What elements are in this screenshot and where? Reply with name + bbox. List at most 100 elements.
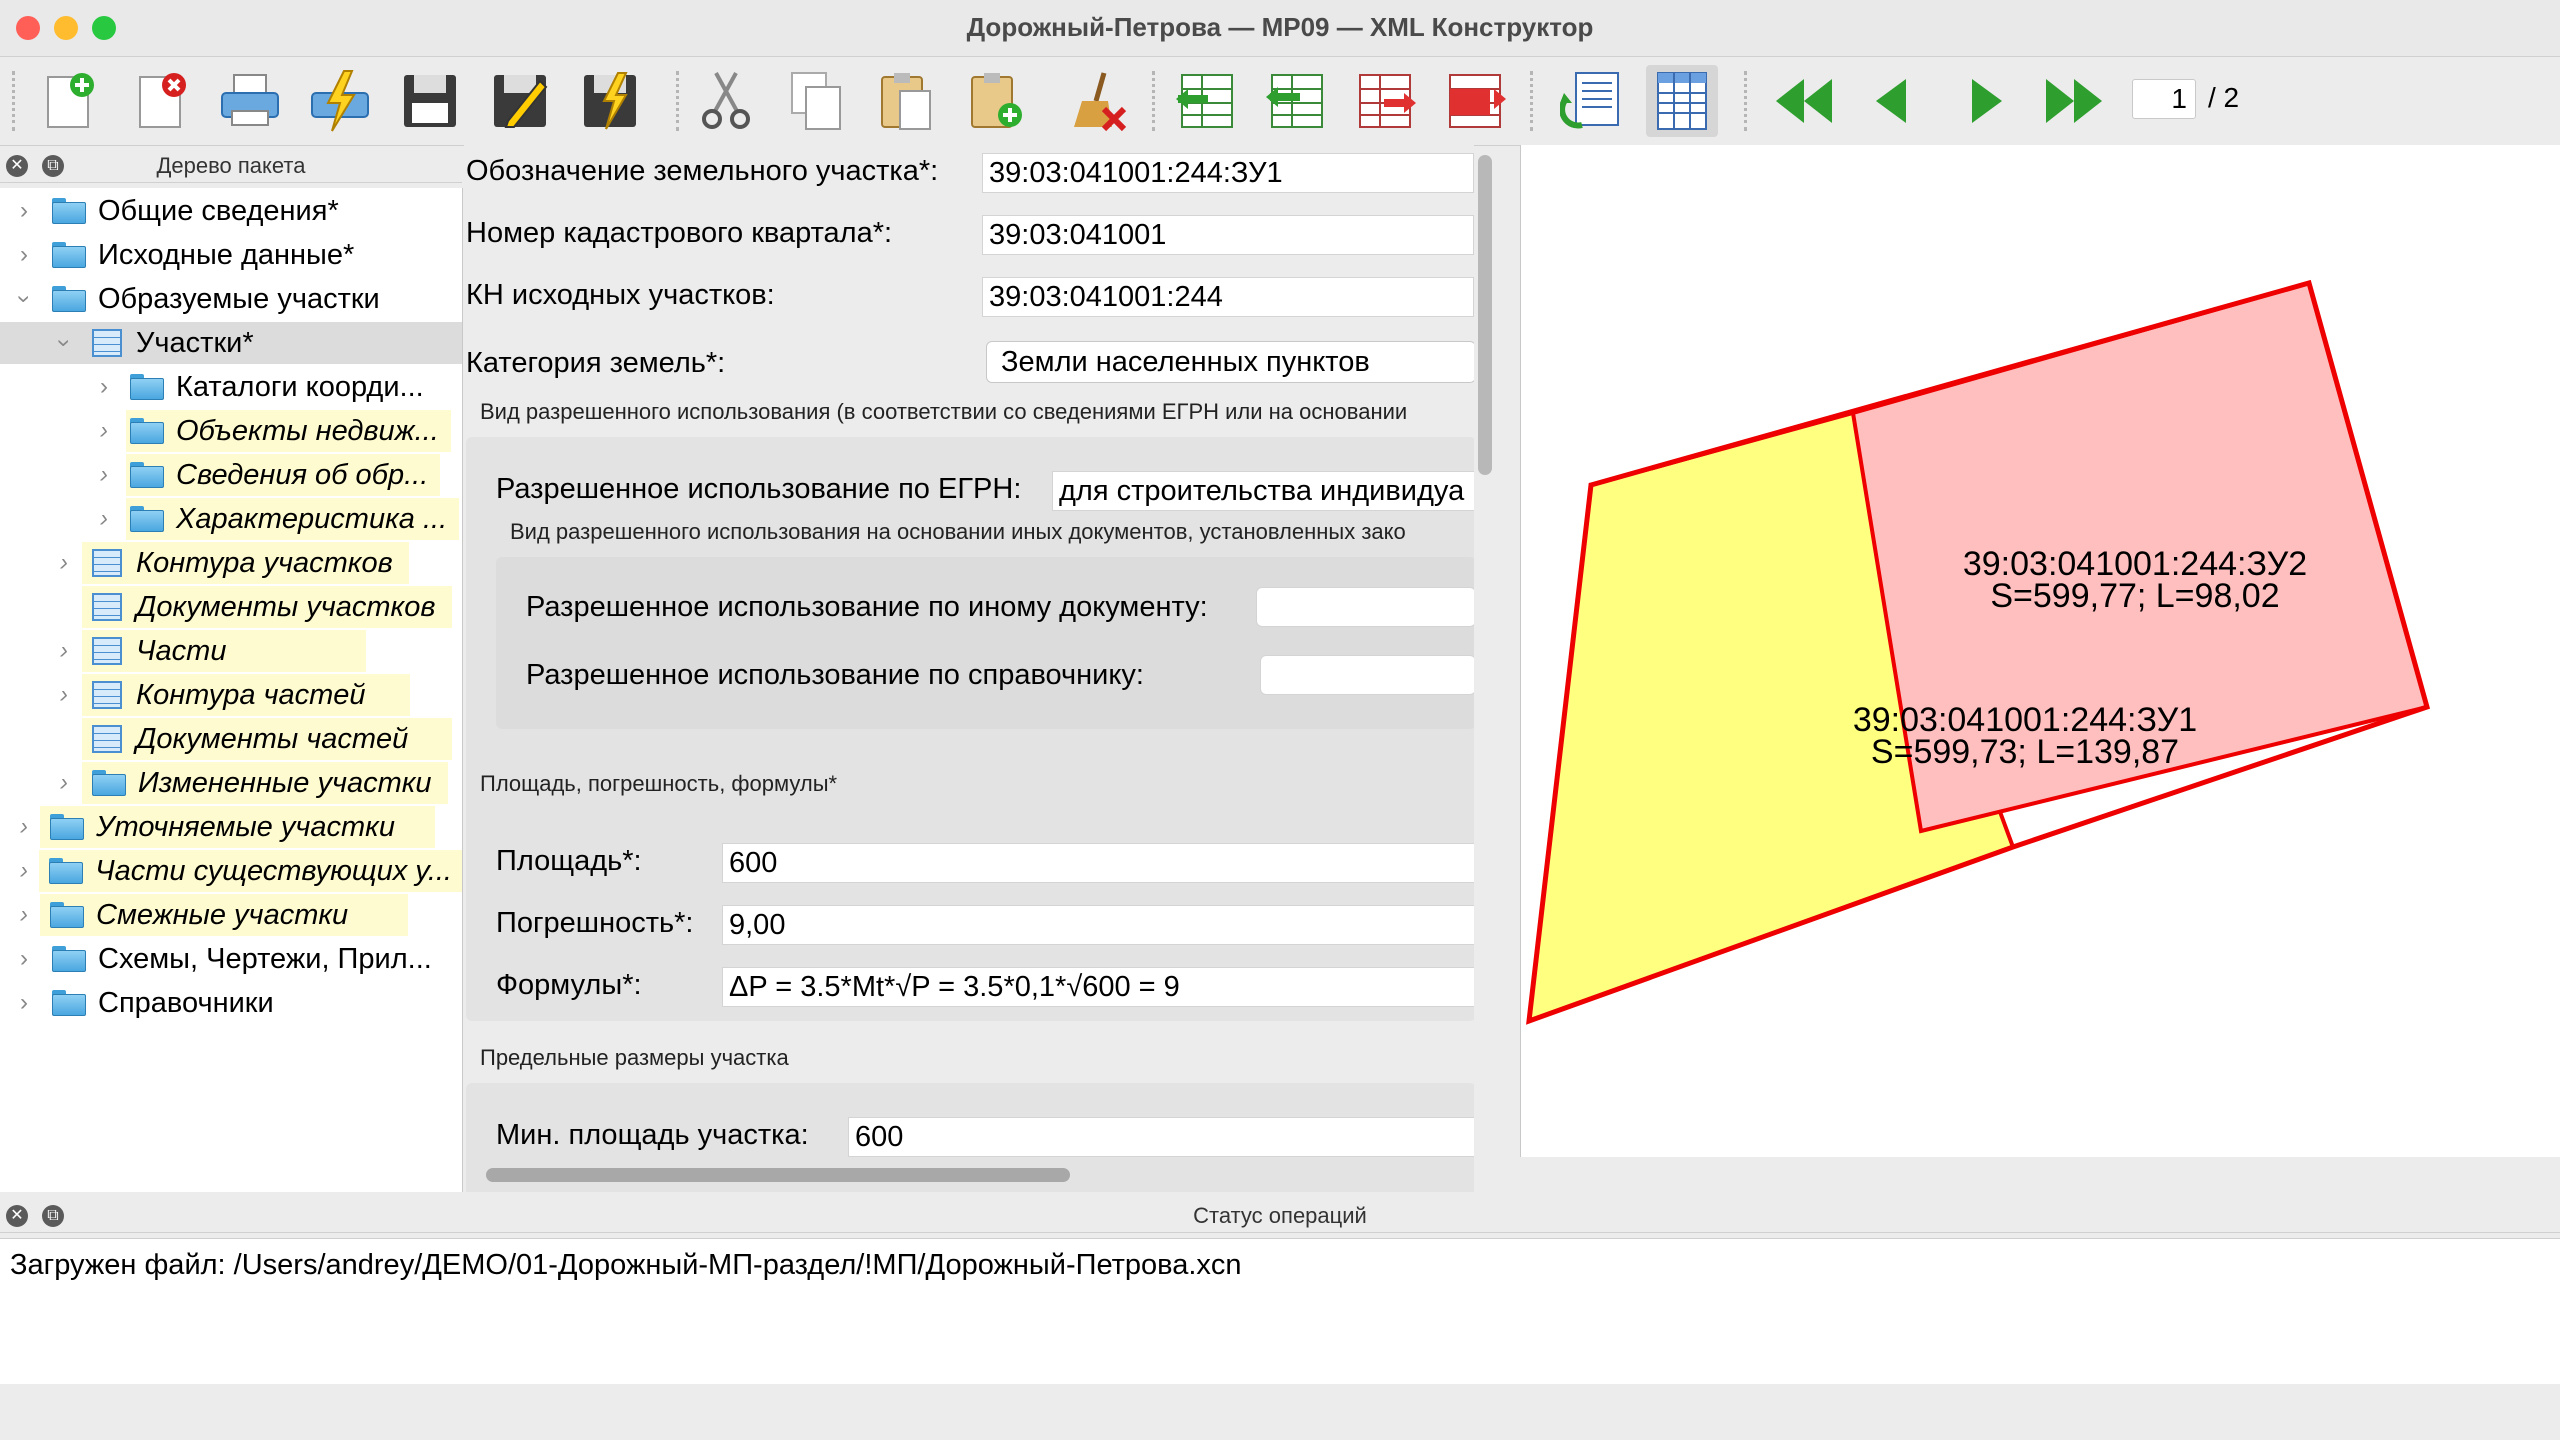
copy-icon[interactable] [780, 65, 852, 137]
chevron-right-icon[interactable]: › [12, 939, 36, 979]
tree-item-label: Справочники [98, 986, 274, 1019]
tree-item-general[interactable]: › Общие сведения* [0, 190, 462, 232]
tree-item-schemes[interactable]: › Схемы, Чертежи, Прил... [0, 938, 462, 980]
table-export-right-icon[interactable] [1350, 65, 1422, 137]
folder-icon [52, 946, 86, 972]
form-horizontal-scrollbar[interactable] [486, 1168, 1070, 1182]
area-field[interactable]: 600 [722, 843, 1474, 883]
table-icon [92, 593, 122, 621]
reference-use-field[interactable] [1260, 655, 1474, 695]
chevron-right-icon[interactable]: › [12, 191, 36, 231]
close-panel-icon[interactable]: ✕ [6, 1205, 28, 1227]
chevron-right-icon[interactable]: › [12, 983, 36, 1023]
folder-icon [130, 374, 164, 400]
source-parcels-field[interactable]: 39:03:041001:244 [982, 277, 1474, 317]
tree-item-label: Документы частей [136, 722, 409, 755]
status-panel-header: ✕ ⧉ Статус операций [0, 1200, 2560, 1233]
next-page-icon[interactable] [1948, 65, 2020, 137]
table-move-right-icon[interactable] [1440, 65, 1512, 137]
tree-item-formation-info[interactable]: › Сведения об обр... [0, 454, 462, 496]
tree-item-existing-parts[interactable]: › Части существующих у... [0, 850, 462, 892]
toolbar-separator [676, 71, 679, 131]
table-icon [92, 637, 122, 665]
tree-item-real-estate-objects[interactable]: › Объекты недвиж... [0, 410, 462, 452]
table-insert-list-icon[interactable] [1260, 65, 1332, 137]
folder-icon [130, 506, 164, 532]
other-doc-use-label: Разрешенное использование по иному докум… [526, 591, 1208, 623]
egrn-use-field[interactable]: для строительства индивидуа [1052, 471, 1474, 511]
prev-page-icon[interactable] [1858, 65, 1930, 137]
paste-new-icon[interactable] [960, 65, 1032, 137]
formula-field[interactable]: ΔP = 3.5*Mt*√P = 3.5*0,1*√600 = 9 [722, 967, 1474, 1007]
tree-item-label: Участки* [136, 326, 254, 359]
tree-item-part-contours[interactable]: › Контура частей [0, 674, 462, 716]
save-icon[interactable] [394, 65, 466, 137]
chevron-right-icon[interactable]: › [12, 895, 36, 935]
tree-item-label: Образуемые участки [98, 282, 380, 315]
tree-item-label: Характеристика ... [176, 502, 448, 535]
tree-item-changed-parcels[interactable]: › Измененные участки [0, 762, 462, 804]
tree-item-parcel-documents[interactable]: Документы участков [0, 586, 462, 628]
clear-icon[interactable] [1064, 65, 1136, 137]
table-view-icon[interactable] [1646, 65, 1718, 137]
chevron-right-icon[interactable]: › [12, 235, 36, 275]
save-validate-icon[interactable] [574, 65, 646, 137]
paste-icon[interactable] [870, 65, 942, 137]
refresh-doc-icon[interactable] [1556, 65, 1628, 137]
error-label: Погрешность*: [496, 907, 694, 939]
page-number-input[interactable]: 1 [2132, 79, 2196, 119]
tree-item-parts[interactable]: › Части [0, 630, 462, 672]
chevron-right-icon[interactable]: › [92, 455, 116, 495]
chevron-right-icon[interactable]: › [92, 367, 116, 407]
print-icon[interactable] [214, 65, 286, 137]
chevron-right-icon[interactable]: › [52, 675, 76, 715]
chevron-right-icon[interactable]: › [12, 851, 36, 891]
category-label: Категория земель*: [466, 347, 726, 379]
cut-icon[interactable] [690, 65, 762, 137]
form-vertical-scrollbar[interactable] [1478, 155, 1492, 475]
quarter-label: Номер кадастрового квартала*: [466, 217, 893, 249]
designation-field[interactable]: 39:03:041001:244:ЗУ1 [982, 153, 1474, 193]
tree-item-parcels[interactable]: › Участки* [0, 322, 462, 364]
validate-icon[interactable] [304, 65, 376, 137]
table-insert-left-icon[interactable] [1170, 65, 1242, 137]
chevron-right-icon[interactable]: › [52, 543, 76, 583]
close-panel-icon[interactable]: ✕ [6, 155, 28, 177]
chevron-right-icon[interactable]: › [92, 411, 116, 451]
tree-item-formed-parcels[interactable]: › Образуемые участки [0, 278, 462, 320]
chevron-right-icon[interactable]: › [52, 631, 76, 671]
tree-item-parcel-contours[interactable]: › Контура участков [0, 542, 462, 584]
last-page-icon[interactable] [2038, 65, 2110, 137]
status-log: Загружен файл: /Users/andrey/ДЕМО/01-Дор… [0, 1238, 2560, 1385]
tree-item-label: Части существующих у... [95, 854, 452, 887]
quarter-field[interactable]: 39:03:041001 [982, 215, 1474, 255]
tree-item-coordinate-catalogs[interactable]: › Каталоги коорди... [0, 366, 462, 408]
other-doc-use-field[interactable] [1256, 587, 1474, 627]
new-doc-icon[interactable] [32, 65, 104, 137]
error-field[interactable]: 9,00 [722, 905, 1474, 945]
detach-panel-icon[interactable]: ⧉ [42, 155, 64, 177]
package-tree: › Общие сведения* › Исходные данные* › О… [0, 188, 463, 1192]
detach-panel-icon[interactable]: ⧉ [42, 1205, 64, 1227]
close-doc-icon[interactable] [124, 65, 196, 137]
tree-item-references[interactable]: › Справочники [0, 982, 462, 1024]
folder-icon [130, 418, 164, 444]
map-canvas[interactable]: 39:03:041001:244:ЗУ2 S=599,77; L=98,02 3… [1520, 145, 2560, 1157]
chevron-down-icon[interactable]: › [44, 331, 84, 355]
chevron-right-icon[interactable]: › [92, 499, 116, 539]
chevron-right-icon[interactable]: › [12, 807, 36, 847]
tree-item-characteristics[interactable]: › Характеристика ... [0, 498, 462, 540]
tree-item-clarified-parcels[interactable]: › Уточняемые участки [0, 806, 462, 848]
category-select[interactable]: Земли населенных пунктов [986, 341, 1474, 383]
table-icon [92, 725, 122, 753]
first-page-icon[interactable] [1768, 65, 1840, 137]
tree-item-part-documents[interactable]: Документы частей [0, 718, 462, 760]
window-title: Дорожный-Петрова — МР09 — XML Конструкто… [966, 12, 1594, 42]
chevron-down-icon[interactable]: › [4, 287, 44, 311]
min-area-field[interactable]: 600 [848, 1117, 1474, 1157]
tree-item-source-data[interactable]: › Исходные данные* [0, 234, 462, 276]
tree-item-adjacent-parcels[interactable]: › Смежные участки [0, 894, 462, 936]
chevron-right-icon[interactable]: › [52, 763, 76, 803]
folder-icon [52, 198, 86, 224]
save-as-icon[interactable] [484, 65, 556, 137]
